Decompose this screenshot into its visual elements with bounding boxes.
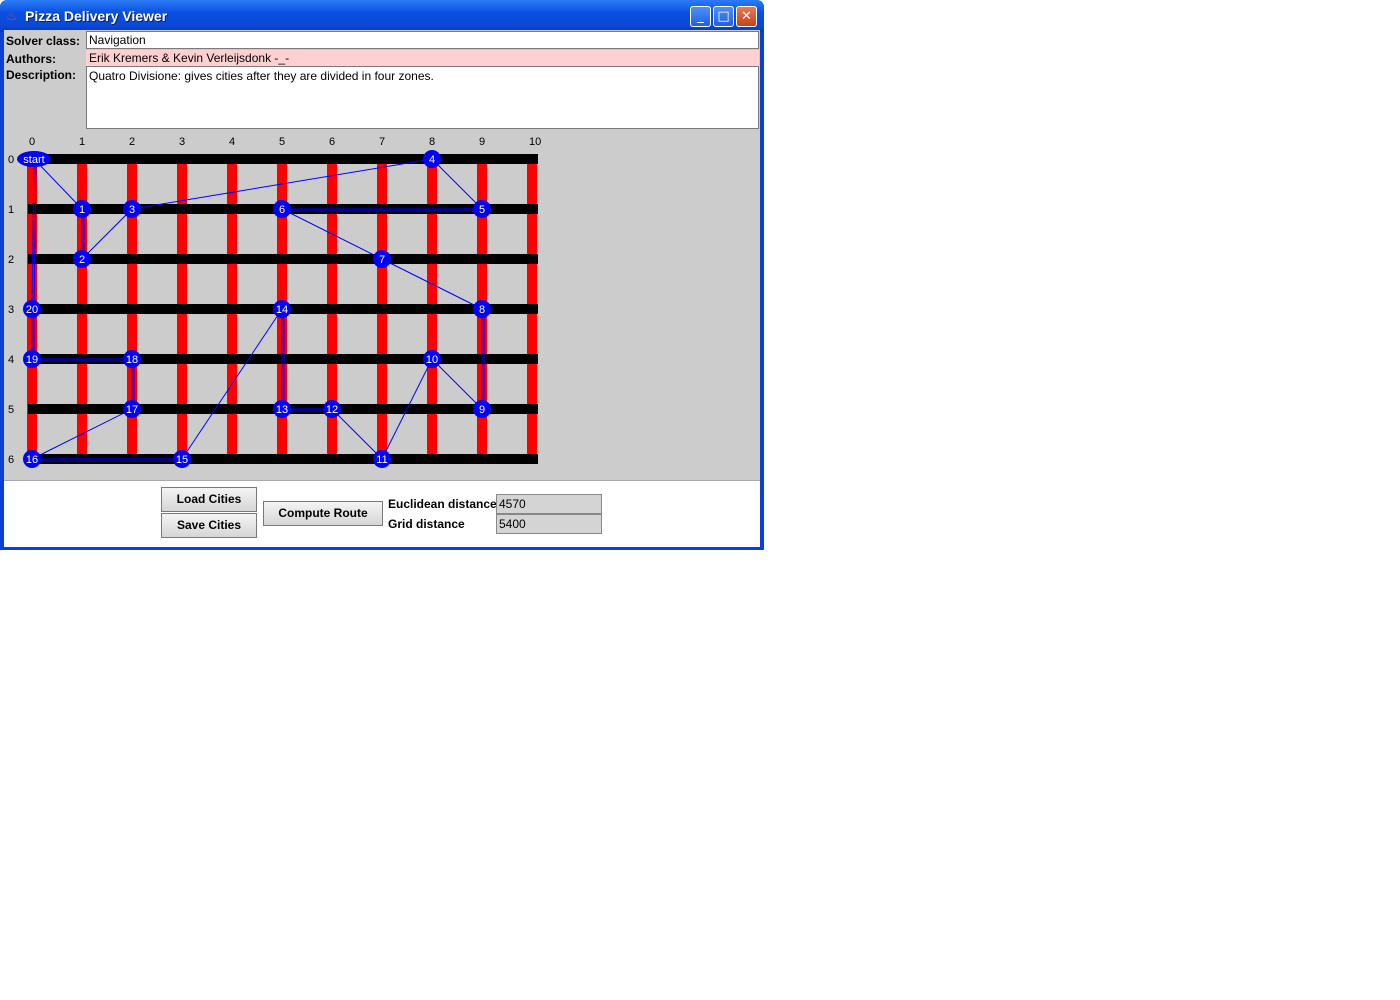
solver-field[interactable]: Navigation bbox=[86, 31, 759, 49]
content-panel: Solver class: Navigation Authors: Erik K… bbox=[4, 30, 760, 547]
city-label: 15 bbox=[176, 454, 188, 466]
grid-panel: 0 1 2 3 4 5 6 7 8 9 10 0 1 2 3 4 5 6 start 1 2 3 4 5 6 7 8 9 10 11 12 1… bbox=[4, 130, 760, 480]
city-label: 6 bbox=[279, 204, 285, 216]
column-label: 1 bbox=[79, 136, 85, 148]
grid-distance-value: 5400 bbox=[496, 514, 602, 534]
city-grid-map[interactable]: 0 1 2 3 4 5 6 7 8 9 100123456start1234567891011121… bbox=[4, 130, 760, 480]
route-segment bbox=[33, 158, 83, 210]
authors-label: Authors: bbox=[6, 52, 56, 66]
description-label: Description: bbox=[6, 68, 77, 82]
city-label: 9 bbox=[479, 404, 485, 416]
city-label: 7 bbox=[379, 254, 385, 266]
route-segment bbox=[331, 408, 383, 460]
title-bar[interactable]: ♨ Pizza Delivery Viewer _ □ ✕ bbox=[0, 0, 764, 32]
city-label: 14 bbox=[276, 304, 288, 316]
column-label: 0 bbox=[29, 136, 35, 148]
description-field[interactable]: Quatro Divisione: gives cities after the… bbox=[86, 66, 759, 129]
city-label: 1 bbox=[79, 204, 85, 216]
city-label: 19 bbox=[26, 354, 38, 366]
row-label: 6 bbox=[8, 454, 14, 466]
city-label: 18 bbox=[126, 354, 138, 366]
city-label: 10 bbox=[426, 354, 438, 366]
column-label: 4 bbox=[229, 136, 235, 148]
city-label: 4 bbox=[429, 154, 435, 166]
route-segment bbox=[431, 358, 483, 410]
city-label: 5 bbox=[479, 204, 485, 216]
solver-label: Solver class: bbox=[6, 34, 81, 48]
maximize-button[interactable]: □ bbox=[713, 6, 734, 27]
city-label: 3 bbox=[129, 204, 135, 216]
grid-distance-label: Grid distance bbox=[388, 517, 465, 531]
row-label: 5 bbox=[8, 404, 14, 416]
route-segment bbox=[431, 158, 483, 210]
column-label: 5 bbox=[279, 136, 285, 148]
column-label: 2 bbox=[129, 136, 135, 148]
city-label: 16 bbox=[26, 454, 38, 466]
load-cities-button[interactable]: Load Cities bbox=[161, 487, 257, 512]
compute-route-button[interactable]: Compute Route bbox=[263, 501, 383, 526]
java-icon: ♨ bbox=[6, 9, 18, 24]
close-button[interactable]: ✕ bbox=[736, 6, 757, 27]
column-label: 10 bbox=[529, 136, 541, 148]
row-label: 4 bbox=[8, 354, 14, 366]
horizontal-road bbox=[28, 254, 538, 264]
route-segment bbox=[81, 208, 133, 260]
column-label: 8 bbox=[429, 136, 435, 148]
app-window: ♨ Pizza Delivery Viewer _ □ ✕ Solver cla… bbox=[0, 0, 764, 550]
horizontal-road bbox=[28, 154, 538, 164]
row-label: 3 bbox=[8, 304, 14, 316]
column-label: 7 bbox=[379, 136, 385, 148]
minimize-button[interactable]: _ bbox=[690, 6, 711, 27]
city-label: 12 bbox=[326, 404, 338, 416]
euclidean-distance-value: 4570 bbox=[496, 494, 602, 514]
city-label: 20 bbox=[26, 304, 38, 316]
row-label: 1 bbox=[8, 204, 14, 216]
city-label: 11 bbox=[376, 454, 387, 466]
city-label: 17 bbox=[126, 404, 138, 416]
save-cities-button[interactable]: Save Cities bbox=[161, 513, 257, 538]
row-label: 0 bbox=[8, 154, 14, 166]
city-label: start bbox=[23, 154, 44, 166]
column-label: 6 bbox=[329, 136, 335, 148]
column-label: 9 bbox=[479, 136, 485, 148]
city-label: 2 bbox=[79, 254, 85, 266]
authors-field[interactable]: Erik Kremers & Kevin Verleijsdonk -_- bbox=[86, 50, 759, 66]
control-panel: Load Cities Save Cities Compute Route Eu… bbox=[4, 480, 760, 547]
window-title: Pizza Delivery Viewer bbox=[25, 8, 168, 24]
euclidean-distance-label: Euclidean distance bbox=[388, 497, 497, 511]
city-label: 8 bbox=[479, 304, 485, 316]
row-label: 2 bbox=[8, 254, 14, 266]
column-label: 3 bbox=[179, 136, 185, 148]
city-label: 13 bbox=[276, 404, 288, 416]
